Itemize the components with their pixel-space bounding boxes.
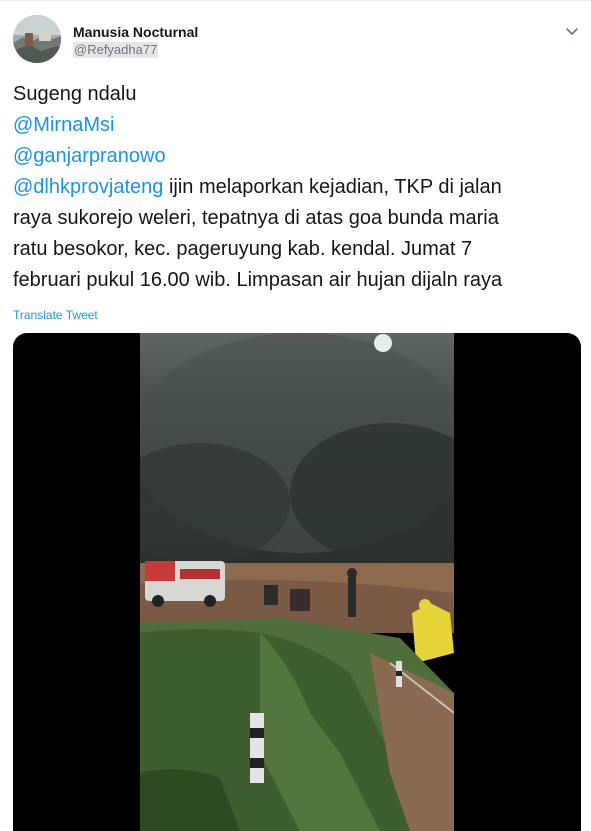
tweet: Manusia Nocturnal @Refyadha77 Sugeng nda… (0, 0, 591, 831)
video-player[interactable] (13, 333, 581, 831)
tweet-line-text: ijin melaporkan kejadian, TKP di jalan (163, 176, 502, 198)
display-name[interactable]: Manusia Nocturnal (73, 24, 198, 40)
video-frame[interactable] (140, 333, 454, 831)
tweet-line: raya sukorejo weleri, tepatnya di atas g… (13, 207, 499, 229)
mention-link[interactable]: @MirnaMsi (13, 110, 583, 141)
avatar-image (13, 15, 61, 63)
mention-link[interactable]: @ganjarpranowo (13, 141, 583, 172)
mention-link[interactable]: @dlhkprovjateng (13, 176, 163, 198)
chevron-down-icon[interactable] (564, 23, 580, 39)
tweet-text: Sugeng ndalu @MirnaMsi @ganjarpranowo @d… (13, 79, 583, 296)
tweet-line: @dlhkprovjateng ijin melaporkan kejadian… (13, 172, 583, 203)
avatar[interactable] (13, 15, 61, 63)
tweet-line: Sugeng ndalu (13, 83, 137, 105)
tweet-line: ratu besokor, kec. pageruyung kab. kenda… (13, 238, 473, 260)
video-still (140, 333, 454, 831)
user-handle[interactable]: @Refyadha77 (73, 42, 159, 58)
translate-tweet-link[interactable]: Translate Tweet (13, 308, 98, 322)
tweet-line: februari pukul 16.00 wib. Limpasan air h… (13, 269, 503, 291)
